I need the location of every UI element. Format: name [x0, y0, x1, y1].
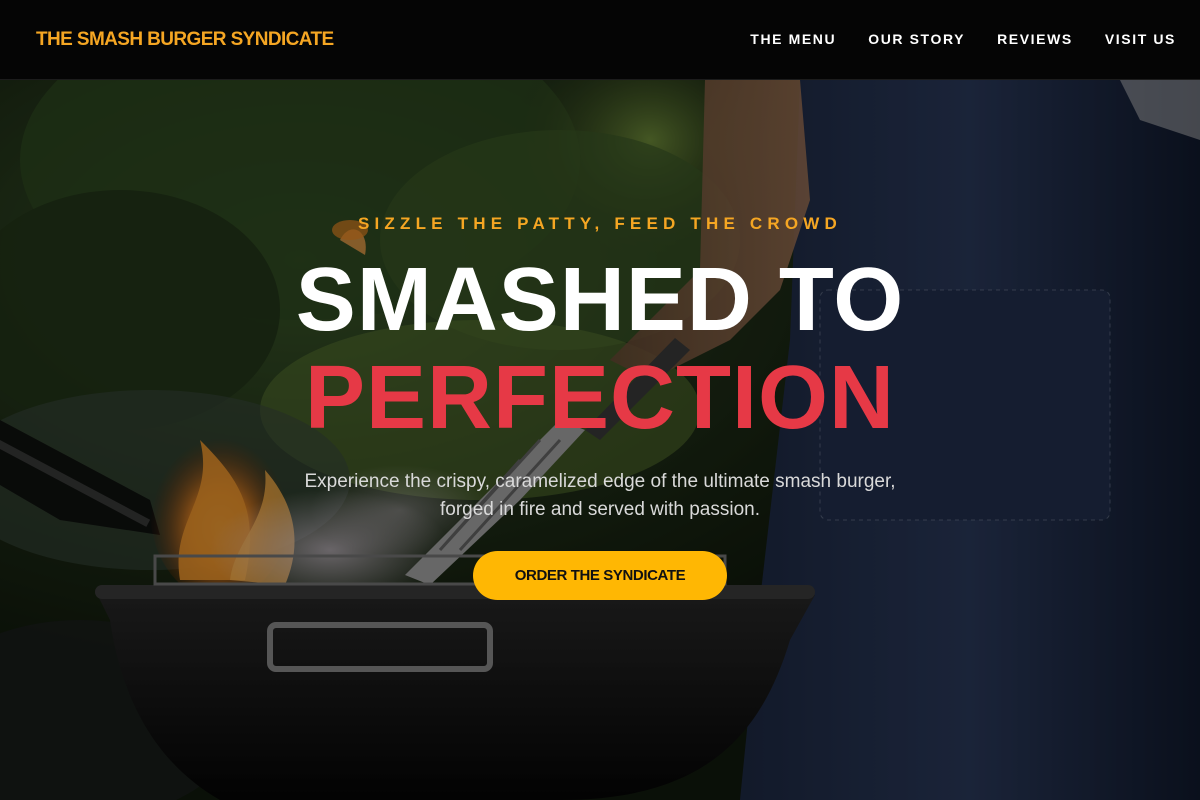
landing-page: THE SMASH BURGER SYNDICATE THE MENU OUR …	[0, 0, 1200, 800]
hero-headline-line-2: PERFECTION	[304, 348, 896, 448]
nav-link-reviews[interactable]: REVIEWS	[997, 31, 1073, 47]
order-cta-button[interactable]: ORDER THE SYNDICATE	[473, 551, 727, 600]
hero-subcopy-line-1: Experience the crispy, caramelized edge …	[304, 471, 896, 492]
nav-link-visit-us[interactable]: VISIT US	[1105, 31, 1176, 47]
nav-link-our-story[interactable]: OUR STORY	[868, 31, 965, 47]
brand-logo-link[interactable]: THE SMASH BURGER SYNDICATE	[36, 29, 334, 51]
nav-link-menu[interactable]: THE MENU	[750, 31, 836, 47]
site-header: THE SMASH BURGER SYNDICATE THE MENU OUR …	[0, 0, 1200, 80]
hero-subcopy-line-2: forged in fire and served with passion.	[439, 499, 760, 520]
hero-subcopy: Experience the crispy, caramelized edge …	[250, 468, 950, 524]
hero-tagline: SIZZLE THE PATTY, FEED THE CROWD	[357, 214, 843, 233]
hero-headline-line-1: SMASHED TO	[295, 250, 905, 350]
main-nav: THE MENU OUR STORY REVIEWS VISIT US	[750, 31, 1176, 47]
